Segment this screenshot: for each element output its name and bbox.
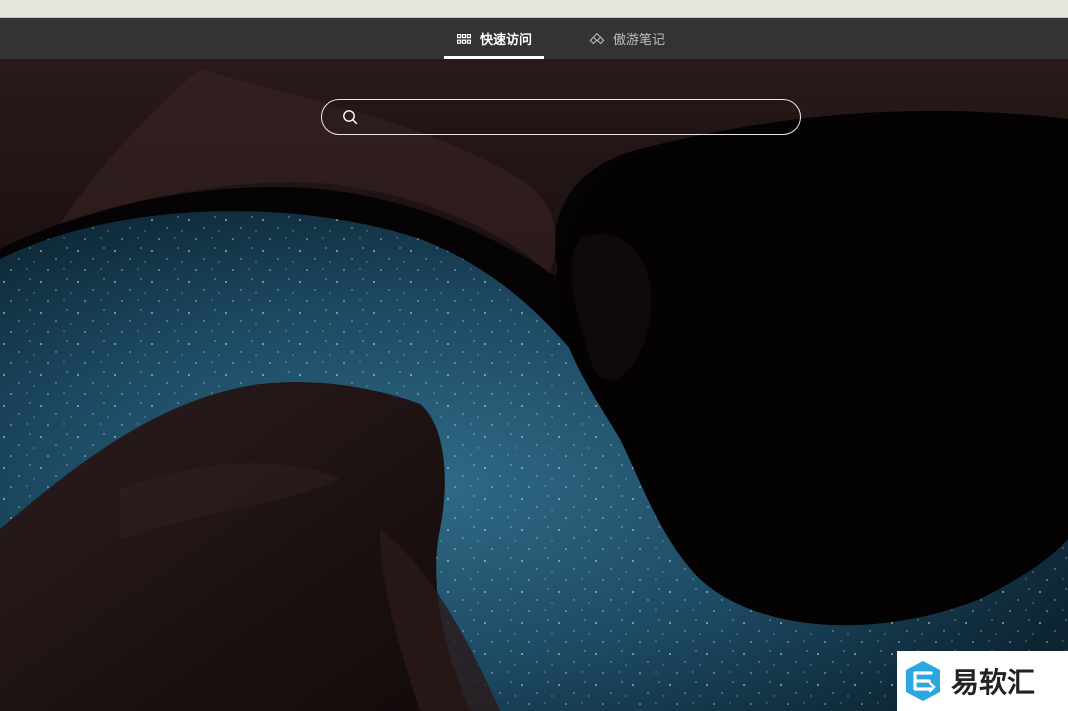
watermark-text: 易软汇 (951, 666, 1036, 699)
tab-notes[interactable]: 傲游笔记 (580, 18, 674, 59)
search-input[interactable] (368, 101, 800, 133)
search-bar[interactable] (321, 99, 801, 135)
notes-icon (589, 31, 605, 47)
browser-top-strip (0, 0, 1068, 18)
search-icon (342, 109, 358, 125)
new-tab-page: 快速访问 傲游笔记 易软汇 (0, 0, 1068, 711)
watermark-logo-icon (906, 661, 940, 701)
watermark: 易软汇 (897, 651, 1068, 711)
background-wallpaper (0, 59, 1068, 711)
tab-quick-access[interactable]: 快速访问 (444, 18, 544, 59)
canyon-starfield-image (0, 59, 1068, 711)
tab-bar: 快速访问 傲游笔记 (0, 18, 1068, 59)
tab-notes-label: 傲游笔记 (612, 33, 665, 48)
grid-icon (456, 31, 472, 47)
tab-quick-access-label: 快速访问 (479, 33, 532, 48)
